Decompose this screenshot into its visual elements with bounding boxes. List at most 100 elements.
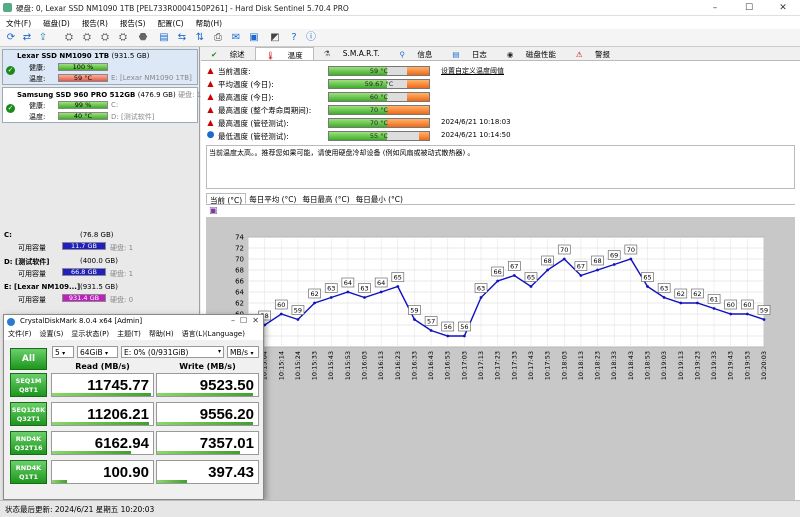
cdm-all-button[interactable]: All bbox=[10, 348, 47, 370]
cdm-menu-language[interactable]: 语言(L)(Language) bbox=[178, 328, 249, 340]
minimize-icon[interactable]: – bbox=[698, 0, 732, 16]
refresh-icon[interactable]: ⟳ bbox=[4, 31, 18, 45]
volume-c[interactable]: C: (76.8 GB) 可用容量 11.7 GB 硬盘: 1 bbox=[4, 231, 198, 255]
temp-value-bar: 59 °C bbox=[328, 66, 430, 76]
chart-tab-daily-max[interactable]: 每日最高 (°C) bbox=[299, 193, 352, 204]
cdm-menu-settings[interactable]: 设置(S) bbox=[36, 328, 68, 340]
cdm-menu-help[interactable]: 帮助(H) bbox=[145, 328, 178, 340]
print-icon[interactable]: ⎙ bbox=[211, 31, 225, 45]
chart-y-tick-label: 70 bbox=[235, 256, 244, 264]
chart-x-tick-label: 10:18:43 bbox=[627, 351, 635, 380]
temp-message: 当前温度太高。。推荐您如果可能，请使用硬盘冷却设备 (例如风扇或被动式散热器) … bbox=[206, 145, 795, 189]
disk-check-icon[interactable]: ⛭ bbox=[62, 31, 76, 45]
close-icon[interactable]: ✕ bbox=[766, 0, 800, 16]
chart-y-tick-label: 62 bbox=[235, 300, 244, 308]
disk-item-1[interactable]: Samsung SSD 960 PRO 512GB (476.9 GB) 硬盘:… bbox=[2, 87, 201, 123]
tab-log[interactable]: ▤ 日志 bbox=[442, 47, 496, 60]
volume-disk: 硬盘: 1 bbox=[110, 270, 134, 278]
cdm-test-seq1m[interactable]: SEQ1M Q8T1 bbox=[10, 373, 47, 397]
chart-data-label: 63 bbox=[477, 285, 485, 293]
toolbar: ⟳ ⇄ ⇪ ⛭ ⛭ ⛭ ⛭ ⬣ ▤ ⇆ ⇅ ⎙ ✉ ▣ ◩ ? ⓘ bbox=[0, 29, 800, 47]
chart-data-label: 68 bbox=[543, 257, 551, 265]
cdm-read-header: Read (MB/s) bbox=[75, 362, 130, 371]
network-icon[interactable]: ⇅ bbox=[193, 31, 207, 45]
chart-x-tick-label: 10:16:43 bbox=[427, 351, 435, 380]
volume-e[interactable]: E: [Lexar NM109...] (931.5 GB) 可用容量 931.… bbox=[4, 283, 198, 307]
menu-disk[interactable]: 磁盘(D) bbox=[37, 16, 76, 29]
disk-repair-icon[interactable]: ⛭ bbox=[116, 31, 130, 45]
chart-y-tick-label: 66 bbox=[235, 278, 244, 286]
disk-test-icon[interactable]: ⛭ bbox=[80, 31, 94, 45]
chart-data-label: 65 bbox=[643, 274, 651, 282]
volume-name: D: [测试软件] bbox=[4, 258, 50, 266]
tab-temperature[interactable]: 🌡 温度 bbox=[254, 47, 314, 60]
chart-tab-current[interactable]: 当前 (°C) bbox=[206, 193, 247, 205]
cdm-count-select[interactable]: 5 ▾ bbox=[52, 346, 74, 358]
temp-label: 温度: bbox=[29, 113, 46, 121]
info-icon[interactable]: ⓘ bbox=[304, 31, 318, 45]
chart-data-point bbox=[379, 290, 383, 294]
chart-data-label: 70 bbox=[627, 246, 635, 254]
tab-overview[interactable]: ✔ 综述 bbox=[201, 47, 255, 60]
report-icon[interactable]: ▤ bbox=[157, 31, 171, 45]
chart-x-tick-label: 10:16:33 bbox=[410, 351, 418, 380]
sync-icon[interactable]: ⇄ bbox=[20, 31, 34, 45]
performance-icon: ◉ bbox=[506, 50, 514, 59]
cdm-test-seq128k[interactable]: SEQ128K Q32T1 bbox=[10, 402, 47, 426]
stop-icon[interactable]: ⬣ bbox=[136, 31, 150, 45]
chart-data-point bbox=[762, 318, 766, 321]
chart-data-label: 60 bbox=[727, 301, 735, 309]
disk-surface-icon[interactable]: ⛭ bbox=[98, 31, 112, 45]
free-bar: 931.4 GB bbox=[62, 294, 106, 302]
save-icon[interactable]: ▣ bbox=[247, 31, 261, 45]
cdm-read-value: 11206.21 bbox=[51, 402, 154, 426]
maximize-icon[interactable]: ☐ bbox=[732, 0, 766, 16]
disk-item-0[interactable]: Lexar SSD NM1090 1TB (931.5 GB) ✓ 健康: 10… bbox=[2, 49, 198, 85]
chart-tab-daily-avg[interactable]: 每日平均 (°C) bbox=[246, 193, 299, 204]
cdm-menu-file[interactable]: 文件(F) bbox=[4, 328, 36, 340]
cdm-menu-theme[interactable]: 主题(T) bbox=[113, 328, 145, 340]
tab-performance[interactable]: ◉ 磁盘性能 bbox=[497, 47, 566, 60]
cdm-app-icon bbox=[7, 318, 15, 326]
menu-help[interactable]: 帮助(H) bbox=[190, 16, 229, 29]
menu-report[interactable]: 报告(R) bbox=[76, 16, 114, 29]
chart-save-icon[interactable]: ▣ bbox=[209, 207, 218, 216]
backup-icon[interactable]: ⇆ bbox=[175, 31, 189, 45]
chart-x-tick-label: 10:19:33 bbox=[710, 351, 718, 380]
menu-file[interactable]: 文件(F) bbox=[0, 16, 37, 29]
tab-smart[interactable]: ⚗ S.M.A.R.T. bbox=[314, 47, 390, 60]
cdm-window-controls[interactable]: – ☐ ✕ bbox=[231, 316, 259, 325]
warning-icon: ▲ bbox=[207, 79, 214, 88]
cdm-read-value: 11745.77 bbox=[51, 373, 154, 397]
cdm-title: CrystalDiskMark 8.0.4 x64 [Admin] bbox=[4, 315, 263, 328]
menu-report2[interactable]: 报告(S) bbox=[114, 16, 152, 29]
tab-info[interactable]: ⚲ 信息 bbox=[390, 47, 443, 60]
chart-data-label: 63 bbox=[360, 285, 368, 293]
menu-config[interactable]: 配置(C) bbox=[152, 16, 190, 29]
cdm-menu-profile[interactable]: 显示状态(P) bbox=[67, 328, 113, 340]
temp-date: 2024/6/21 10:18:03 bbox=[441, 118, 511, 126]
volume-d[interactable]: D: [测试软件] (400.0 GB) 可用容量 66.8 GB 硬盘: 1 bbox=[4, 257, 198, 281]
mail-icon[interactable]: ✉ bbox=[229, 31, 243, 45]
chart-data-label: 60 bbox=[277, 301, 285, 309]
log-icon: ▤ bbox=[452, 50, 460, 59]
export-icon[interactable]: ⇪ bbox=[36, 31, 50, 45]
cdm-size-select[interactable]: 64GiB ▾ bbox=[77, 346, 118, 358]
chart-icon[interactable]: ◩ bbox=[268, 31, 282, 45]
cdm-drive-select[interactable]: E: 0% (0/931GiB) ▾ bbox=[121, 346, 224, 358]
chart-x-tick-label: 10:16:53 bbox=[444, 351, 452, 380]
chart-data-point bbox=[529, 285, 533, 288]
tab-alerts[interactable]: ⚠ 警报 bbox=[566, 47, 620, 60]
cdm-test-rnd4k-q32[interactable]: RND4K Q32T16 bbox=[10, 431, 47, 455]
help-icon[interactable]: ? bbox=[287, 31, 301, 45]
chart-data-point bbox=[313, 301, 316, 305]
free-bar: 11.7 GB bbox=[62, 242, 106, 250]
cdm-test-rnd4k-q1[interactable]: RND4K Q1T1 bbox=[10, 460, 47, 484]
threshold-link[interactable]: 设置自定义温度阈值 bbox=[441, 66, 504, 76]
cdm-menu-bar: 文件(F) 设置(S) 显示状态(P) 主题(T) 帮助(H) 语言(L)(La… bbox=[4, 328, 263, 340]
chart-data-label: 68 bbox=[593, 257, 601, 265]
chart-tab-daily-min[interactable]: 每日最小 (°C) bbox=[353, 193, 406, 204]
chart-data-label: 67 bbox=[510, 263, 518, 271]
cdm-unit-select[interactable]: MB/s ▾ bbox=[227, 346, 259, 358]
volume-size: (76.8 GB) bbox=[80, 231, 114, 239]
